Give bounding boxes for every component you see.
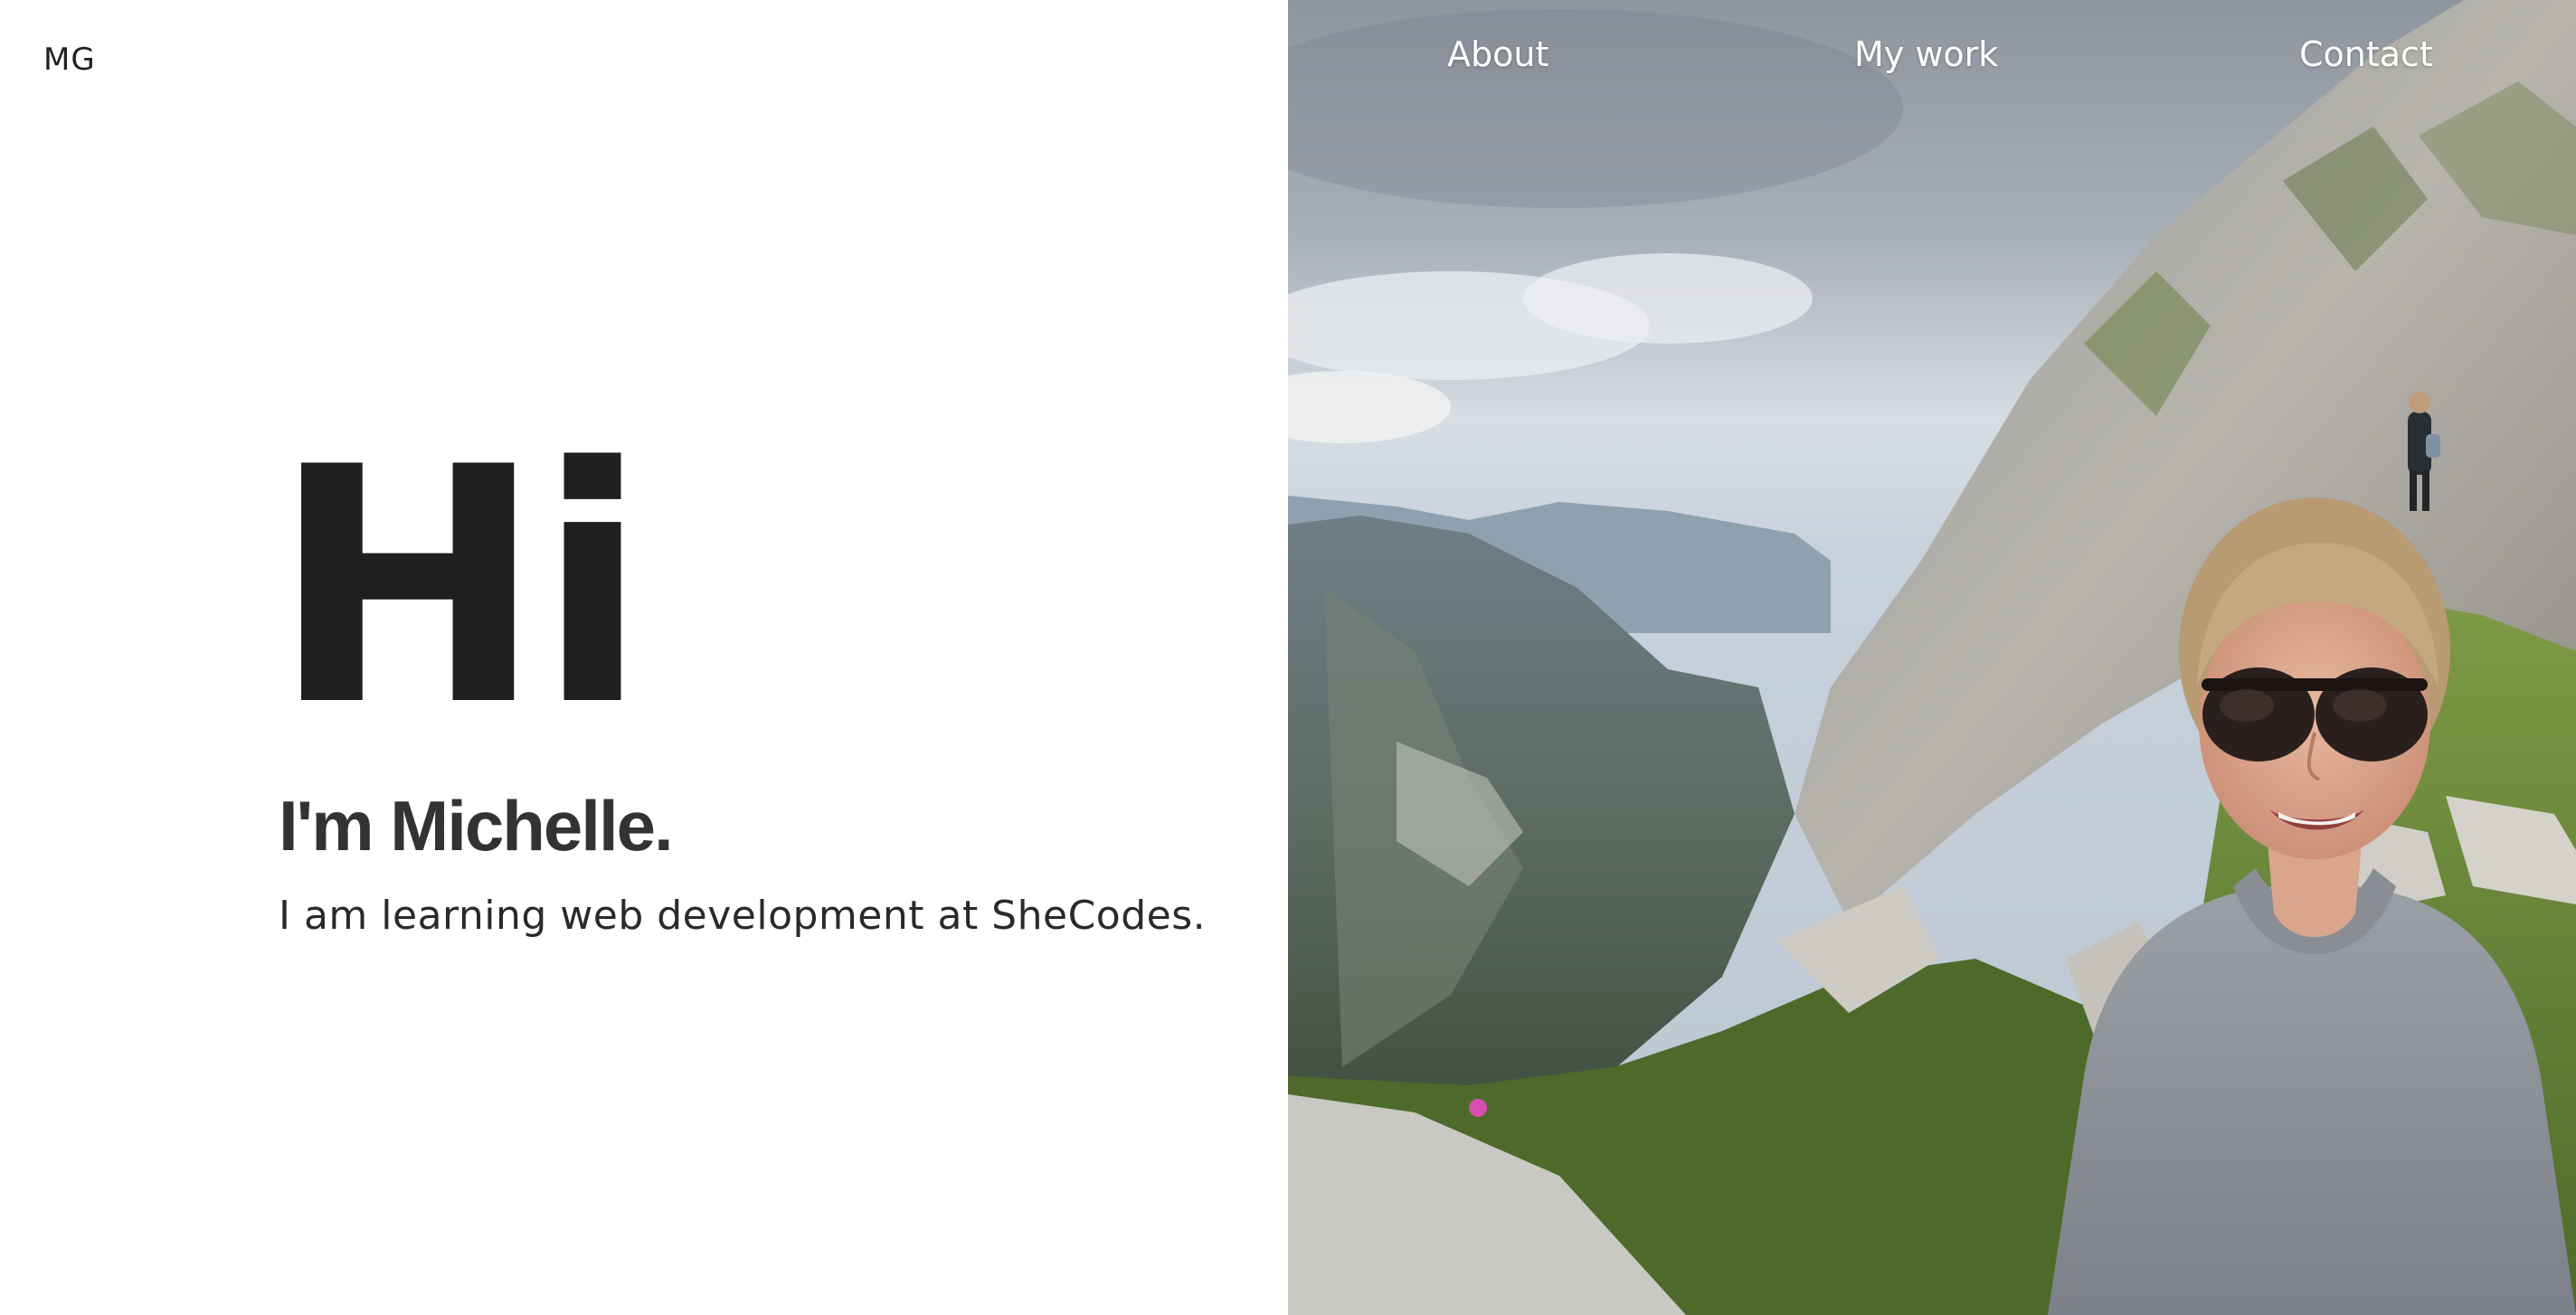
left-panel: MG Hi I'm Michelle. I am learning web de…: [0, 0, 1288, 1315]
logo-link[interactable]: MG: [43, 42, 96, 78]
top-nav: About My work Contact: [1288, 34, 2576, 89]
hero-photo: [1288, 0, 2576, 1315]
nav-link-my-work[interactable]: My work: [1854, 34, 1998, 74]
nav-link-contact[interactable]: Contact: [2299, 34, 2433, 74]
right-panel: About My work Contact: [1288, 0, 2576, 1315]
hero-name: I'm Michelle.: [279, 786, 674, 866]
hero-tagline: I am learning web development at SheCode…: [279, 893, 1207, 939]
page: MG Hi I'm Michelle. I am learning web de…: [0, 0, 2576, 1315]
hero: Hi I'm Michelle. I am learning web devel…: [271, 398, 1207, 940]
nav-link-about[interactable]: About: [1447, 34, 1548, 74]
hero-greeting: Hi: [271, 398, 649, 777]
